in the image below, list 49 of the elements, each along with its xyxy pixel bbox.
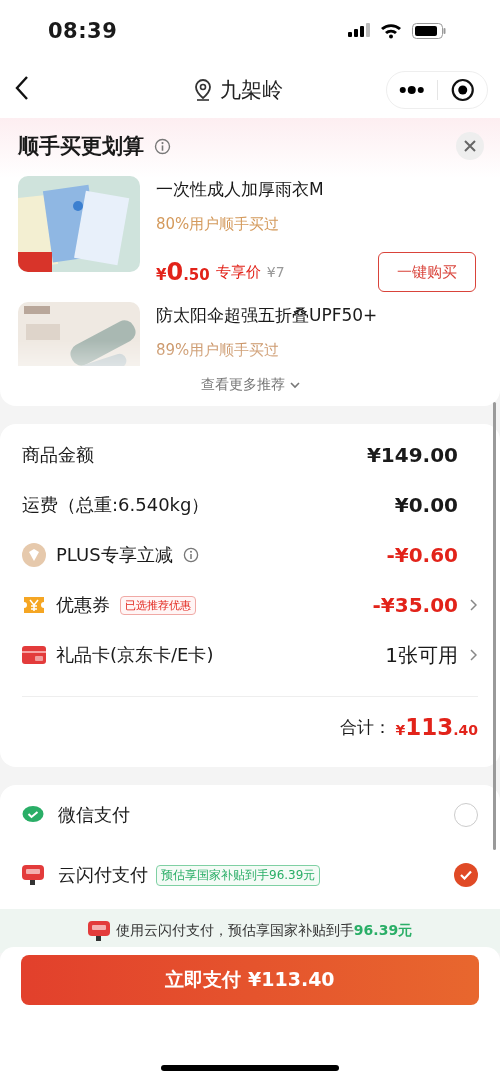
- subsidy-tag: 预估享国家补贴到手96.39元: [156, 864, 321, 886]
- coupon-icon: [22, 595, 46, 615]
- unionpay-icon: [22, 864, 44, 886]
- wifi-icon: [380, 23, 402, 39]
- purchase-stat: 80%用户顺手买过: [156, 215, 281, 234]
- info-icon[interactable]: [182, 547, 199, 563]
- checkmark-icon: [460, 870, 472, 880]
- pay-now-button[interactable]: 立即支付 ¥113.40: [21, 955, 479, 1005]
- subsidy-tip: 使用云闪付支付，预估享国家补贴到手96.39元: [115, 922, 413, 940]
- buy-button[interactable]: 一键购买: [378, 252, 476, 292]
- radio-button[interactable]: [454, 863, 478, 887]
- gift-card-icon: [22, 645, 46, 665]
- info-icon[interactable]: [154, 137, 171, 155]
- more-recommendations-link[interactable]: 查看更多推荐: [201, 376, 285, 394]
- unionpay-icon: [87, 920, 110, 942]
- coupon-tag: 已选推荐优惠: [120, 595, 196, 615]
- summary-label: 运费（总重:6.540kg）: [22, 493, 210, 517]
- summary-label: 礼品卡(京东卡/E卡): [56, 643, 214, 667]
- summary-label: 优惠券: [56, 593, 110, 617]
- summary-value: -¥0.60: [386, 543, 458, 567]
- chevron-down-icon: [289, 381, 301, 389]
- total-amount: ¥113.40: [395, 714, 478, 740]
- original-price: ¥7: [266, 264, 285, 280]
- summary-label: PLUS专享立减: [56, 543, 173, 567]
- summary-value[interactable]: 1张可用: [385, 641, 458, 669]
- purchase-stat: 89%用户顺手买过: [156, 341, 281, 360]
- close-icon[interactable]: [456, 132, 484, 160]
- summary-value: ¥0.00: [394, 493, 458, 517]
- section-title: 顺手买更划算: [18, 133, 144, 160]
- location-label[interactable]: 九架岭: [219, 76, 283, 104]
- back-icon[interactable]: [14, 75, 30, 101]
- payment-method-name[interactable]: 微信支付: [58, 803, 130, 827]
- chevron-right-icon[interactable]: [469, 649, 477, 661]
- price-label: 专享价: [215, 262, 261, 282]
- chat-bubble-icon: [22, 805, 44, 825]
- chevron-right-icon[interactable]: [469, 599, 477, 611]
- summary-label: 商品金额: [22, 443, 94, 467]
- signal-icon: [348, 23, 372, 39]
- payment-method-name[interactable]: 云闪付支付: [58, 863, 148, 887]
- status-time: 08:39: [48, 19, 118, 43]
- location-pin-icon: [193, 79, 212, 101]
- product-name[interactable]: 一次性成人加厚雨衣M: [156, 178, 484, 201]
- battery-icon: [412, 23, 446, 39]
- product-price: ¥0.50: [156, 258, 210, 286]
- summary-value[interactable]: -¥35.00: [372, 593, 458, 617]
- summary-value: ¥149.00: [366, 443, 458, 467]
- product-name[interactable]: 防太阳伞超强五折叠UPF50+: [156, 304, 484, 327]
- total-label: 合计：: [340, 715, 392, 739]
- plus-badge-icon: [22, 543, 46, 567]
